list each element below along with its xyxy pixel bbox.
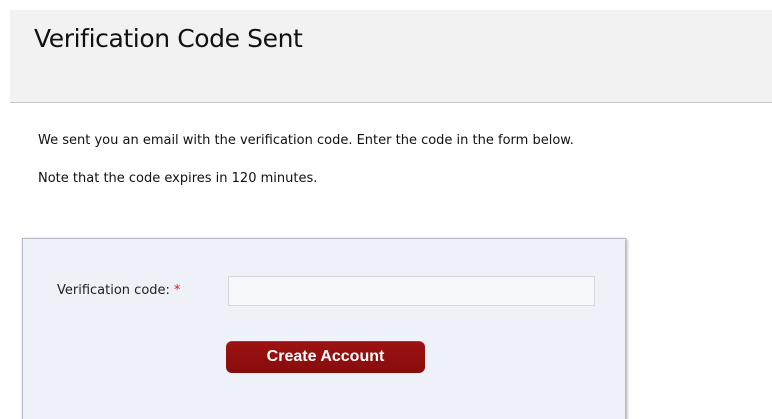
expiry-note: Note that the code expires in 120 minute… <box>38 171 318 186</box>
instructions-text: We sent you an email with the verificati… <box>38 133 574 148</box>
required-marker: * <box>173 283 181 298</box>
verification-code-input[interactable] <box>228 276 595 306</box>
verification-page: Verification Code Sent We sent you an em… <box>0 0 772 419</box>
verification-code-label-text: Verification code: <box>57 283 170 298</box>
create-account-button[interactable]: Create Account <box>226 341 425 373</box>
verification-form: Verification code: * Create Account <box>22 238 626 419</box>
page-header: Verification Code Sent <box>10 10 772 103</box>
verification-code-label: Verification code: * <box>57 283 180 298</box>
page-title: Verification Code Sent <box>34 24 303 53</box>
